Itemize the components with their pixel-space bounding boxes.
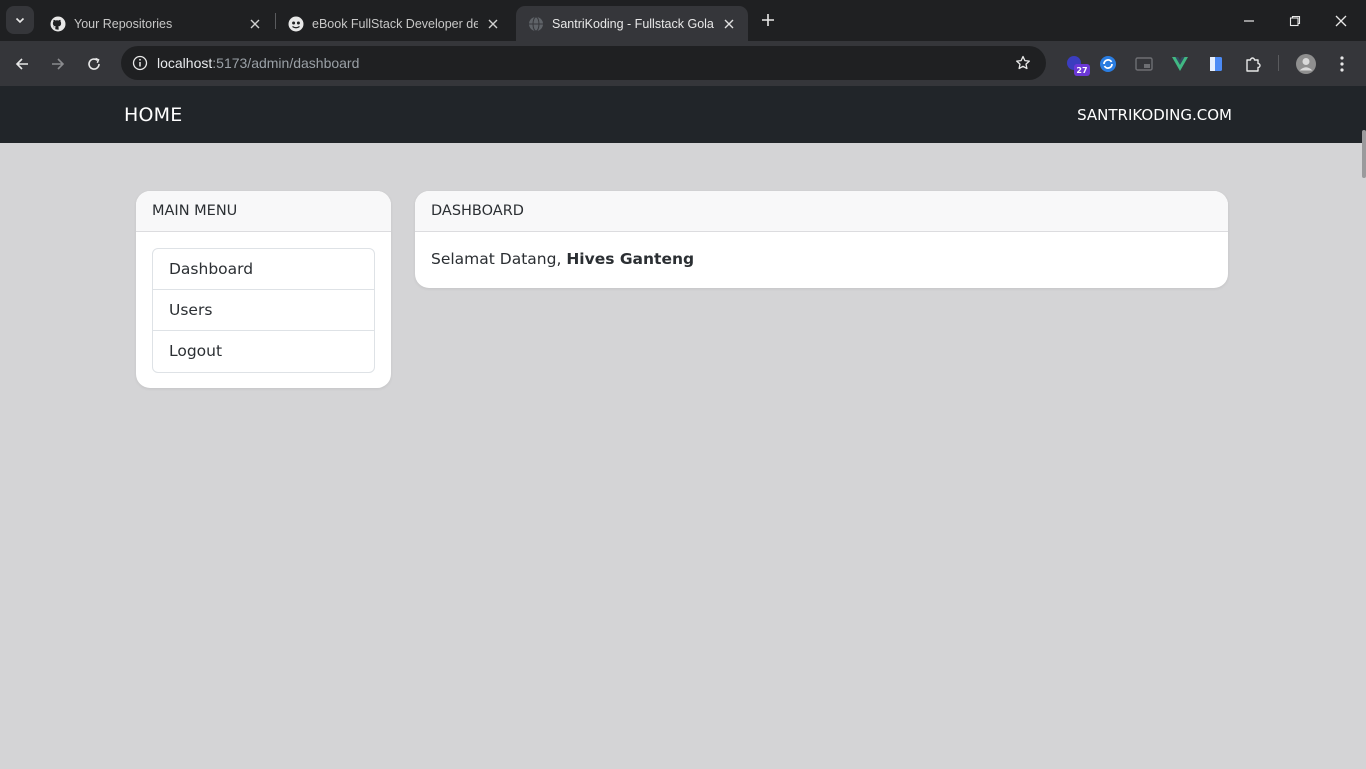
picture-in-picture-icon[interactable] [1131,51,1157,77]
url-path: :5173/admin/dashboard [212,55,360,71]
tab-title: SantriKoding - Fullstack Golang [552,16,714,31]
reload-icon [88,57,100,70]
home-link[interactable]: HOME [124,104,182,126]
close-window-button[interactable] [1318,0,1364,41]
reload-button[interactable] [80,50,108,78]
welcome-message: Selamat Datang, Hives Ganteng [415,232,1228,286]
dashboard-title: DASHBOARD [415,191,1228,232]
app-navbar: HOME SANTRIKODING.COM [0,86,1366,143]
restore-icon [1289,15,1301,26]
main-menu-list: Dashboard Users Logout [152,248,375,373]
arrow-right-icon [52,58,65,70]
dashboard-card: DASHBOARD Selamat Datang, Hives Ganteng [415,191,1228,288]
santrikoding-link[interactable]: SANTRIKODING.COM [1077,106,1232,124]
tab-title: eBook FullStack Developer dengan [312,16,478,31]
new-tab-button[interactable] [756,8,780,32]
site-info-icon[interactable] [128,51,152,75]
tab-your-repositories[interactable]: Your Repositories [38,6,274,41]
user-name: Hives Ganteng [566,250,695,268]
globe-icon [528,16,544,32]
address-bar[interactable]: localhost:5173/admin/dashboard [121,46,1046,80]
bookmark-star-icon[interactable] [1012,52,1034,74]
menu-item-dashboard[interactable]: Dashboard [153,249,374,290]
forward-button[interactable] [44,50,72,78]
browser-toolbar: localhost:5173/admin/dashboard 27 [0,41,1366,86]
puzzle-extensions-icon[interactable] [1240,51,1266,77]
chevron-down-icon [15,17,25,24]
welcome-prefix: Selamat Datang, [431,250,567,268]
tab-ebook[interactable]: eBook FullStack Developer dengan [276,6,512,41]
calendar-extension-icon[interactable]: 27 [1061,51,1090,77]
close-icon [1335,15,1347,26]
browser-tabstrip: Your Repositories eBook FullStack Develo… [0,0,1366,41]
restore-button[interactable] [1272,0,1318,41]
address-url[interactable]: localhost:5173/admin/dashboard [157,55,359,71]
kebab-menu-icon [1340,56,1344,72]
plus-icon [762,14,774,26]
profile-avatar[interactable] [1293,51,1319,77]
browser-menu-button[interactable] [1329,51,1355,77]
close-tab-icon[interactable] [484,15,502,33]
main-menu-card: MAIN MENU Dashboard Users Logout [136,191,391,388]
minimize-button[interactable] [1226,0,1272,41]
tab-search-button[interactable] [6,6,34,34]
page-scrollbar[interactable] [1362,130,1366,178]
menu-item-logout[interactable]: Logout [153,331,374,372]
tab-santrikoding[interactable]: SantriKoding - Fullstack Golang [516,6,748,41]
toolbar-separator [1278,55,1279,71]
menu-item-users[interactable]: Users [153,290,374,331]
minimize-icon [1244,19,1254,22]
extension-badge: 27 [1074,64,1090,76]
github-icon [50,16,66,32]
ebook-icon [288,16,304,32]
tab-title: Your Repositories [74,16,173,31]
close-tab-icon[interactable] [720,15,738,33]
url-host: localhost [157,55,213,71]
document-extension-icon[interactable] [1203,51,1229,77]
arrow-left-icon [15,58,28,70]
main-menu-title: MAIN MENU [136,191,391,232]
close-tab-icon[interactable] [246,15,264,33]
sync-extension-icon[interactable] [1095,51,1121,77]
vue-devtools-icon[interactable] [1167,51,1193,77]
back-button[interactable] [8,50,36,78]
